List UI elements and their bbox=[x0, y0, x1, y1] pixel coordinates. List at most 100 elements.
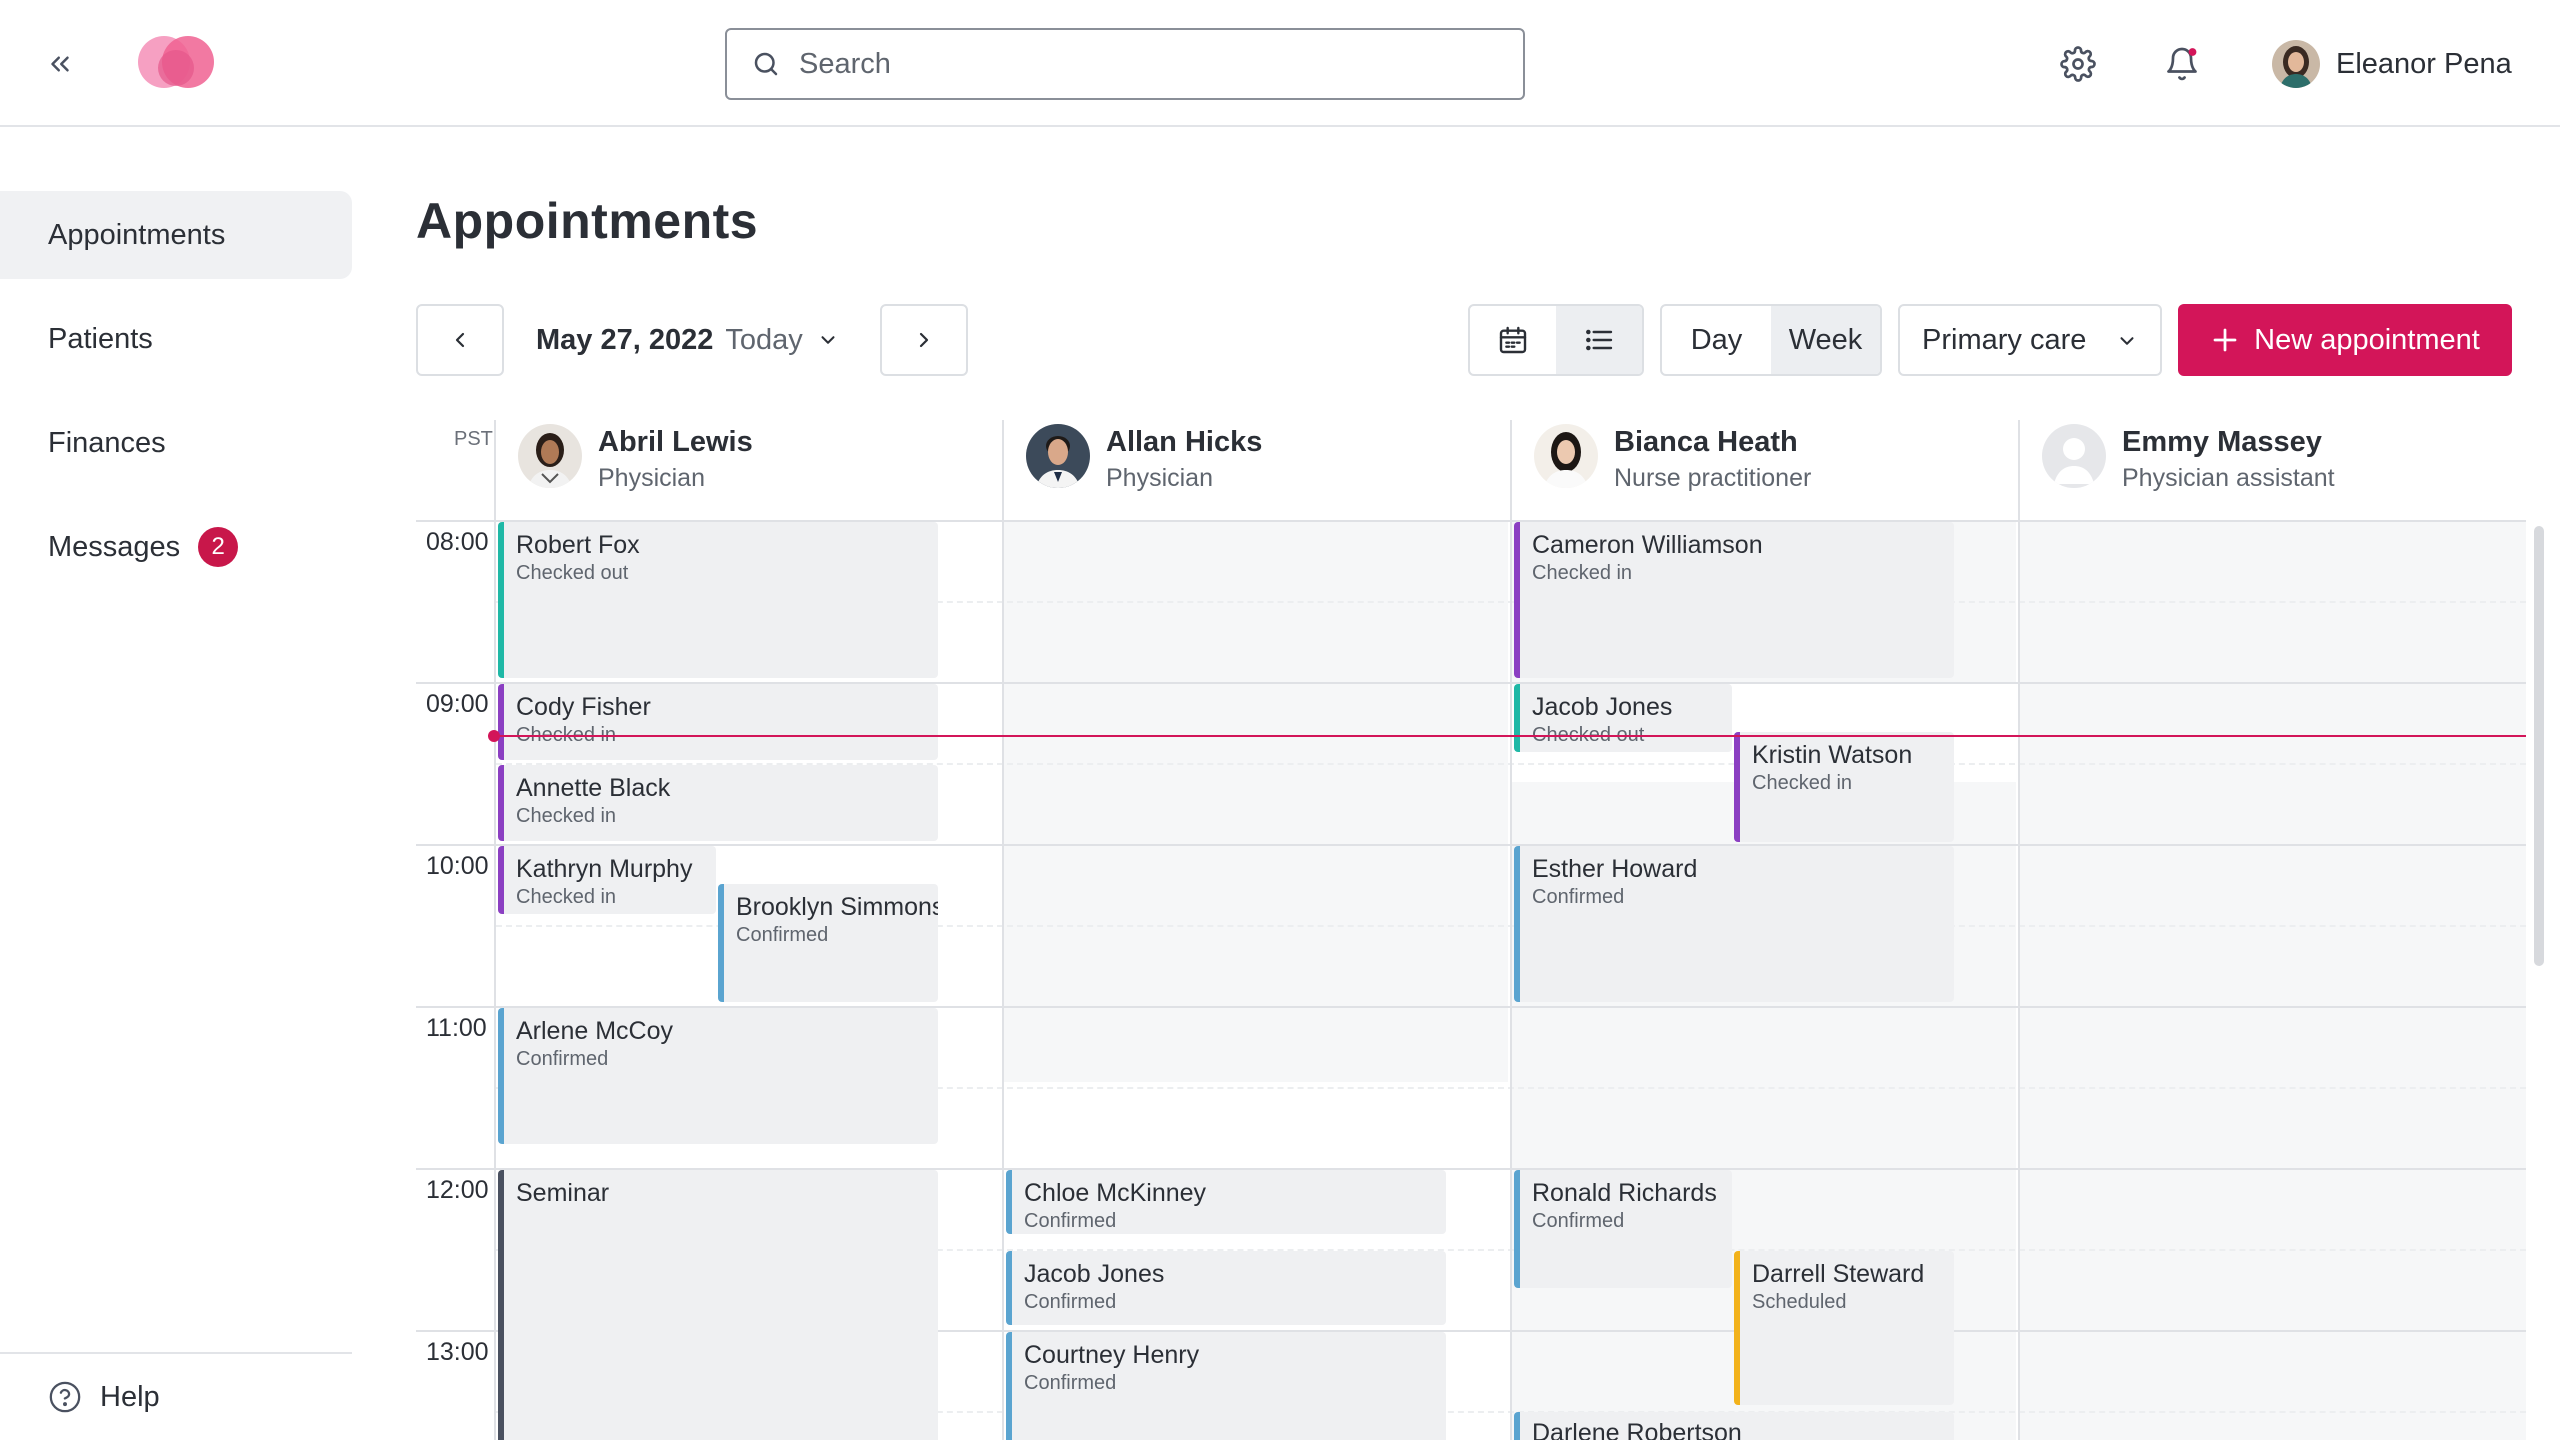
view-mode-toggle bbox=[1468, 304, 1644, 376]
appointment-patient: Jacob Jones bbox=[1532, 693, 1673, 721]
messages-count-badge: 2 bbox=[198, 527, 239, 567]
appointment-card[interactable]: Courtney Henry Confirmed bbox=[1006, 1332, 1446, 1440]
column-divider bbox=[1002, 420, 1004, 1440]
seminar-title: Seminar bbox=[516, 1179, 610, 1207]
day-range-button[interactable]: Day bbox=[1662, 306, 1771, 374]
time-label: 11:00 bbox=[426, 1014, 487, 1042]
plus-icon bbox=[2213, 328, 2237, 352]
appointment-card[interactable]: Robert Fox Checked out bbox=[498, 522, 938, 678]
appointment-status: Checked out bbox=[516, 562, 629, 584]
sidebar-item-patients[interactable]: Patients bbox=[0, 295, 352, 383]
settings-button[interactable] bbox=[2054, 40, 2102, 88]
list-icon bbox=[1586, 329, 1613, 351]
appointment-card[interactable]: Esther Howard Confirmed bbox=[1514, 846, 1954, 1002]
calendar-view-button[interactable] bbox=[1470, 306, 1556, 374]
appointment-patient: Ronald Richards bbox=[1532, 1179, 1717, 1207]
search-input[interactable] bbox=[799, 47, 1479, 81]
appointment-card[interactable]: Ronald Richards Confirmed bbox=[1514, 1170, 1732, 1288]
column-divider bbox=[2018, 420, 2020, 1440]
care-type-select[interactable]: Primary care bbox=[1898, 304, 2162, 376]
appointment-card[interactable]: Chloe McKinney Confirmed bbox=[1006, 1170, 1446, 1234]
sidebar-item-label: Patients bbox=[48, 322, 153, 355]
week-range-button[interactable]: Week bbox=[1771, 306, 1880, 374]
notifications-button[interactable] bbox=[2158, 40, 2206, 88]
appointment-patient: Chloe McKinney bbox=[1024, 1179, 1207, 1207]
date-picker[interactable]: May 27, 2022 Today bbox=[536, 304, 839, 376]
column-divider bbox=[494, 420, 496, 1440]
appointment-card[interactable]: Kathryn Murphy Checked in bbox=[498, 846, 716, 914]
previous-date-button[interactable] bbox=[416, 304, 504, 376]
help-circle-icon bbox=[49, 1381, 81, 1413]
provider-name: Allan Hicks bbox=[1106, 426, 1263, 458]
list-view-button[interactable] bbox=[1556, 306, 1642, 374]
appointment-patient: Cameron Williamson bbox=[1532, 531, 1763, 559]
appointment-patient: Esther Howard bbox=[1532, 855, 1698, 883]
provider-avatar bbox=[1026, 424, 1090, 488]
sidebar-item-appointments[interactable]: Appointments bbox=[0, 191, 352, 279]
next-date-button[interactable] bbox=[880, 304, 968, 376]
appointment-patient: Annette Black bbox=[516, 774, 671, 802]
appointment-patient: Darrell Steward bbox=[1752, 1260, 1925, 1288]
collapse-sidebar-button[interactable] bbox=[36, 44, 84, 84]
provider-name: Emmy Massey bbox=[2122, 426, 2322, 458]
appointment-card[interactable]: Annette Black Checked in bbox=[498, 765, 938, 841]
appointment-patient: Courtney Henry bbox=[1024, 1341, 1200, 1369]
provider-role: Physician bbox=[1106, 464, 1213, 492]
page-title: Appointments bbox=[416, 193, 759, 249]
bell-icon bbox=[2167, 47, 2197, 81]
appointment-card[interactable]: Darlene Robertson bbox=[1514, 1412, 1954, 1440]
current-date: May 27, 2022 bbox=[536, 323, 714, 356]
appointment-card[interactable]: Darrell Steward Scheduled bbox=[1734, 1251, 1954, 1405]
appointment-patient: Arlene McCoy bbox=[516, 1017, 673, 1045]
search-box[interactable] bbox=[725, 28, 1525, 100]
lane-background bbox=[2020, 520, 2526, 1440]
hour-divider bbox=[416, 844, 2526, 846]
appointment-patient: Robert Fox bbox=[516, 531, 640, 559]
column-divider bbox=[1510, 420, 1512, 1440]
appointment-card[interactable]: Jacob Jones Confirmed bbox=[1006, 1251, 1446, 1325]
appointment-card[interactable]: Kristin Watson Checked in bbox=[1734, 732, 1954, 842]
appointment-card[interactable]: Arlene McCoy Confirmed bbox=[498, 1008, 938, 1144]
appointment-status: Confirmed bbox=[1024, 1372, 1117, 1394]
appointment-card[interactable]: Jacob Jones Checked out bbox=[1514, 684, 1732, 752]
time-label: 10:00 bbox=[426, 852, 489, 880]
appointment-status: Checked in bbox=[516, 805, 617, 827]
appointment-card[interactable]: Brooklyn Simmons Confirmed bbox=[718, 884, 938, 1002]
appointment-card[interactable]: Cameron Williamson Checked in bbox=[1514, 522, 1954, 678]
time-label: 08:00 bbox=[426, 528, 489, 556]
provider-avatar-placeholder bbox=[2042, 424, 2106, 488]
calendar-scrollbar[interactable] bbox=[2534, 526, 2544, 966]
care-type-value: Primary care bbox=[1922, 323, 2087, 356]
chevron-left-icon bbox=[455, 332, 465, 348]
chevron-down-icon bbox=[821, 336, 835, 344]
user-menu[interactable]: Eleanor Pena bbox=[2272, 38, 2512, 90]
appointment-patient: Jacob Jones bbox=[1024, 1260, 1165, 1288]
time-label: 09:00 bbox=[426, 690, 489, 718]
appointment-card[interactable]: Cody Fisher Checked in bbox=[498, 684, 938, 760]
gear-icon bbox=[2060, 46, 2096, 82]
app-logo bbox=[136, 32, 216, 96]
appointment-status: Checked in bbox=[1532, 562, 1633, 584]
provider-header: Emmy Massey Physician assistant bbox=[2018, 420, 2526, 520]
time-label: 12:00 bbox=[426, 1176, 489, 1204]
top-bar: Eleanor Pena bbox=[0, 0, 2560, 127]
provider-header: Allan Hicks Physician bbox=[1002, 420, 1510, 520]
appointment-patient: Brooklyn Simmons bbox=[736, 893, 938, 921]
appointment-patient: Kathryn Murphy bbox=[516, 855, 693, 883]
sidebar: Appointments Patients Finances Messages … bbox=[0, 129, 352, 1440]
sidebar-item-label: Appointments bbox=[48, 218, 226, 251]
appointment-patient: Cody Fisher bbox=[516, 693, 651, 721]
current-time-line bbox=[494, 735, 2526, 737]
new-appointment-button[interactable]: New appointment bbox=[2178, 304, 2512, 376]
help-link[interactable]: Help bbox=[48, 1373, 160, 1421]
seminar-block[interactable]: Seminar bbox=[498, 1170, 938, 1440]
provider-name: Abril Lewis bbox=[598, 426, 753, 458]
sidebar-item-messages[interactable]: Messages 2 bbox=[0, 503, 352, 591]
provider-role: Physician bbox=[598, 464, 705, 492]
provider-role: Nurse practitioner bbox=[1614, 464, 1812, 492]
sidebar-item-finances[interactable]: Finances bbox=[0, 399, 352, 487]
appointment-status: Confirmed bbox=[1532, 886, 1625, 908]
provider-header: Bianca Heath Nurse practitioner bbox=[1510, 420, 2018, 520]
calendar-icon bbox=[1499, 326, 1527, 354]
user-name: Eleanor Pena bbox=[2336, 47, 2512, 80]
